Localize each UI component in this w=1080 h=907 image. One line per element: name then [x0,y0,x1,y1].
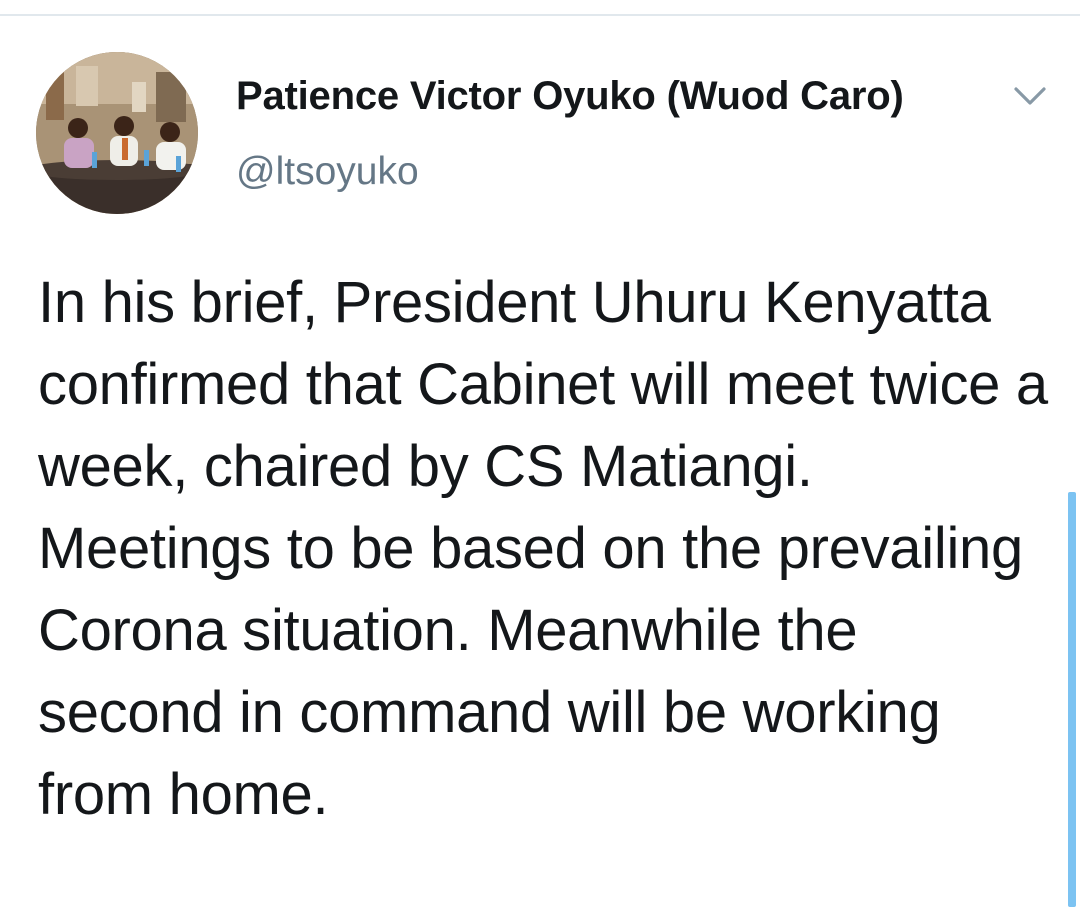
author-handle[interactable]: @ltsoyuko [236,150,419,194]
avatar[interactable] [36,52,198,214]
tweet-text: In his brief, President Uhuru Kenyatta c… [38,270,1064,827]
author-display-name[interactable]: Patience Victor Oyuko (Wuod Caro) [236,74,904,119]
avatar-photo [36,52,198,214]
top-divider [0,14,1080,16]
chevron-down-icon [1014,87,1046,105]
scroll-indicator[interactable] [1068,492,1076,907]
tweet-menu-button[interactable] [1006,80,1054,116]
